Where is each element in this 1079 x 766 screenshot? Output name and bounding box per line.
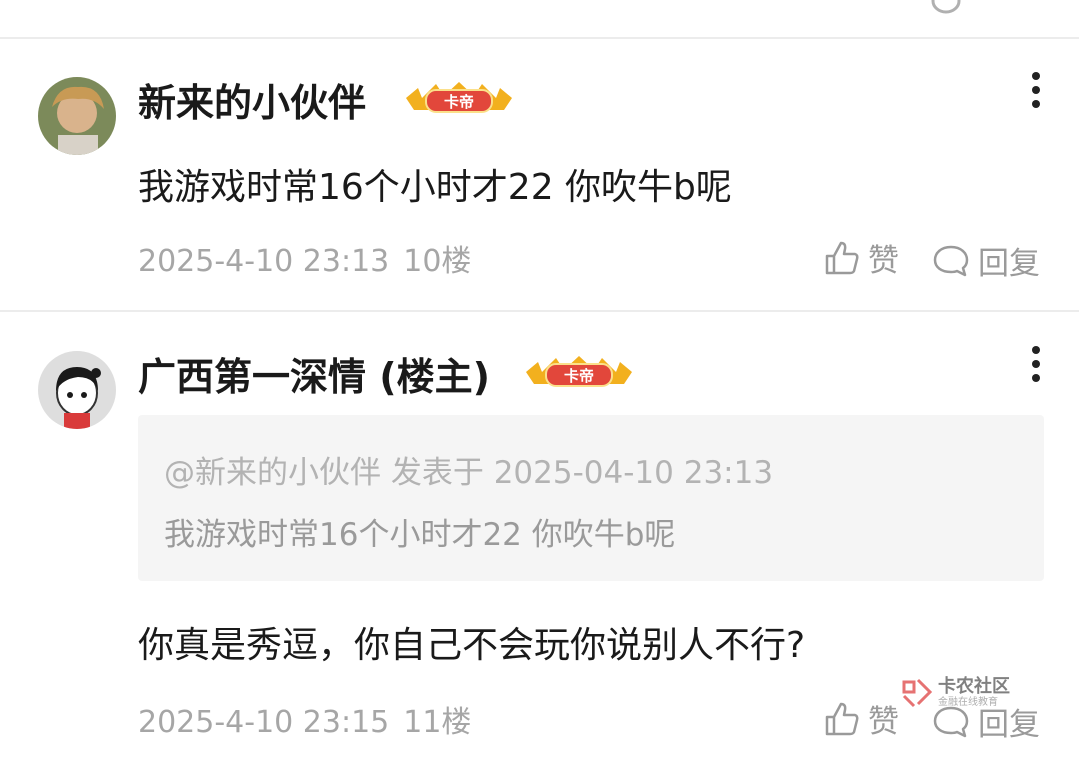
badge-label: 卡帝	[444, 93, 474, 111]
avatar[interactable]	[38, 77, 116, 155]
more-options-icon[interactable]	[1026, 346, 1046, 386]
badge-label: 卡帝	[564, 367, 594, 385]
comment-time: 2025-4-10 23:13	[138, 244, 390, 279]
username[interactable]: 新来的小伙伴	[138, 72, 366, 127]
divider	[0, 310, 1079, 312]
like-button[interactable]: 赞	[824, 235, 899, 280]
avatar-photo	[38, 77, 116, 155]
comment-content: 你真是秀逗，你自己不会玩你说别人不行?	[138, 625, 806, 666]
watermark-title: 卡农社区	[938, 676, 1010, 697]
comment-meta: 2025-4-10 23:15 11楼	[138, 697, 471, 741]
more-options-icon[interactable]	[1026, 72, 1046, 112]
avatar-cartoon	[38, 351, 116, 429]
floor-number: 11楼	[403, 705, 472, 740]
divider	[0, 37, 1079, 39]
comment-meta: 2025-4-10 23:13 10楼	[138, 236, 471, 280]
watermark: 卡农社区 金融在线教育	[900, 676, 1010, 710]
comment-bubble-icon	[933, 245, 969, 276]
like-label: 赞	[868, 704, 899, 740]
thumbs-up-icon	[825, 702, 859, 735]
quote-header: @新来的小伙伴 发表于 2025-04-10 23:13	[164, 455, 774, 491]
reply-label: 回复	[978, 246, 1040, 282]
kanong-logo-icon	[902, 678, 933, 708]
comment-bubble-icon-partial	[931, 0, 961, 14]
like-button[interactable]: 赞	[824, 696, 899, 741]
comment-time: 2025-4-10 23:15	[138, 705, 390, 740]
quoted-comment[interactable]: @新来的小伙伴 发表于 2025-04-10 23:13 我游戏时常16个小时才…	[138, 415, 1044, 581]
username[interactable]: 广西第一深情 (楼主)	[138, 346, 490, 401]
crown-badge-icon: 卡帝	[406, 82, 512, 113]
avatar[interactable]	[38, 351, 116, 429]
watermark-subtitle: 金融在线教育	[938, 697, 998, 708]
like-label: 赞	[868, 243, 899, 279]
thumbs-up-icon	[825, 241, 859, 274]
floor-number: 10楼	[403, 244, 472, 279]
comment-content: 我游戏时常16个小时才22 你吹牛b呢	[138, 167, 732, 208]
crown-badge-icon: 卡帝	[526, 356, 632, 387]
reply-button[interactable]: 回复	[932, 238, 1040, 283]
quote-text: 我游戏时常16个小时才22 你吹牛b呢	[164, 517, 676, 553]
